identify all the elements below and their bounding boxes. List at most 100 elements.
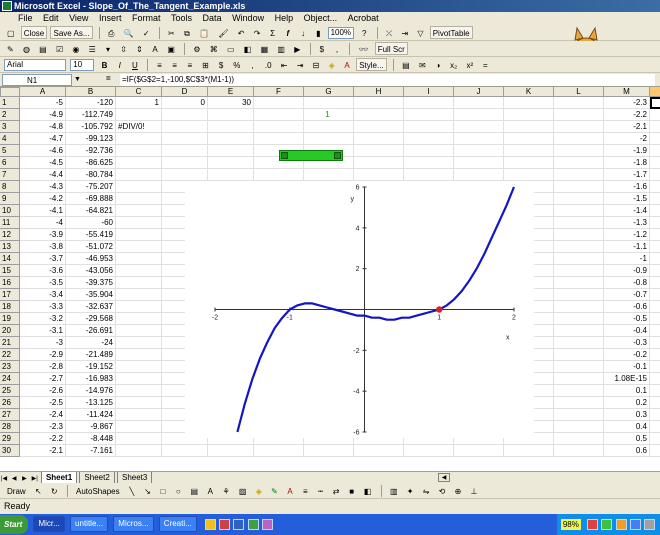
prev-sheet-icon[interactable]: ◀ (10, 474, 18, 483)
cell-n12[interactable]: -100 (650, 229, 660, 241)
tray-icon[interactable] (601, 519, 613, 530)
web-icon[interactable]: ◍ (20, 42, 33, 55)
cell-c7[interactable] (116, 169, 162, 181)
cell-e3[interactable] (208, 121, 254, 133)
arrow-right-icon[interactable]: ⇥ (398, 26, 411, 39)
column-header-l[interactable]: L (554, 87, 604, 97)
cell-n29[interactable]: -100 (650, 433, 660, 445)
cell-l2[interactable] (554, 109, 604, 121)
label-icon[interactable]: A (149, 42, 161, 55)
cell-b5[interactable]: -92.736 (66, 145, 116, 157)
cell-c28[interactable] (116, 421, 162, 433)
select-objects-icon[interactable]: ↖ (32, 484, 45, 497)
cell-l21[interactable] (554, 337, 604, 349)
cell-m20[interactable]: -0.4 (604, 325, 650, 337)
cell-a26[interactable]: -2.5 (20, 397, 66, 409)
textbox-icon[interactable]: ▤ (187, 484, 201, 497)
cell-c14[interactable] (116, 253, 162, 265)
redo-icon[interactable]: ↷ (251, 26, 264, 39)
row-header[interactable]: 24 (0, 373, 20, 385)
column-header-k[interactable]: K (504, 87, 554, 97)
cell-b24[interactable]: -16.983 (66, 373, 116, 385)
font-color-icon[interactable]: A (341, 58, 353, 71)
text-box-icon[interactable]: ▭ (224, 42, 238, 55)
cell-m13[interactable]: -1.1 (604, 241, 650, 253)
autosum-icon[interactable]: Σ (267, 26, 279, 39)
cell-b26[interactable]: -13.125 (66, 397, 116, 409)
cell-n8[interactable]: -100 (650, 181, 660, 193)
tray-icon[interactable] (587, 519, 599, 530)
italic-icon[interactable]: I (114, 58, 126, 71)
new-file-icon[interactable]: ▢ (4, 26, 18, 39)
cell-c1[interactable]: 1 (116, 97, 162, 109)
cell-b15[interactable]: -43.056 (66, 265, 116, 277)
tray-icon[interactable] (644, 519, 655, 530)
clip-art-icon[interactable]: ⚘ (220, 484, 233, 497)
menu-insert[interactable]: Insert (95, 12, 126, 25)
row-header[interactable]: 12 (0, 229, 20, 241)
3d-icon[interactable]: ◧ (361, 484, 375, 497)
cell-c21[interactable] (116, 337, 162, 349)
row-header[interactable]: 10 (0, 205, 20, 217)
comment-icon[interactable]: ✉ (416, 58, 429, 71)
close-button[interactable]: Close (20, 26, 48, 39)
wordart-icon[interactable]: A (204, 484, 216, 497)
cell-k7[interactable] (504, 169, 554, 181)
merge-center-icon[interactable]: ⊞ (199, 58, 212, 71)
cell-l3[interactable] (554, 121, 604, 133)
percent-style-icon[interactable]: % (230, 58, 243, 71)
cell-m11[interactable]: -1.3 (604, 217, 650, 229)
cell-b23[interactable]: -19.152 (66, 361, 116, 373)
cell-g4[interactable] (304, 133, 354, 145)
row-header[interactable]: 11 (0, 217, 20, 229)
line-style-icon[interactable]: ≡ (299, 484, 311, 497)
comma-icon[interactable]: , (331, 42, 343, 55)
list-box-icon[interactable]: ☰ (86, 42, 99, 55)
row-header[interactable]: 2 (0, 109, 20, 121)
sheet-tab-3[interactable]: Sheet3 (117, 472, 153, 483)
cell-a19[interactable]: -3.2 (20, 313, 66, 325)
cell-n18[interactable]: -100 (650, 301, 660, 313)
cell-l28[interactable] (554, 421, 604, 433)
cell-m14[interactable]: -1 (604, 253, 650, 265)
cell-c20[interactable] (116, 325, 162, 337)
cell-m19[interactable]: -0.5 (604, 313, 650, 325)
cell-l5[interactable] (554, 145, 604, 157)
cell-c26[interactable] (116, 397, 162, 409)
cell-l20[interactable] (554, 325, 604, 337)
cell-a30[interactable]: -2.1 (20, 445, 66, 457)
scroll-right-icon[interactable] (334, 152, 341, 159)
last-sheet-icon[interactable]: ▶| (31, 474, 39, 483)
cell-k4[interactable] (504, 133, 554, 145)
table-icon[interactable]: ▥ (274, 42, 288, 55)
column-header-d[interactable]: D (162, 87, 208, 97)
cell-d30[interactable] (162, 445, 208, 457)
fill-color-draw-icon[interactable]: ◈ (253, 484, 265, 497)
cell-n6[interactable]: -100 (650, 157, 660, 169)
cell-a9[interactable]: -4.2 (20, 193, 66, 205)
cell-h1[interactable] (354, 97, 404, 109)
full-screen-button[interactable]: Full Scr (374, 42, 408, 55)
cell-i2[interactable] (404, 109, 454, 121)
cell-b11[interactable]: -60 (66, 217, 116, 229)
cell-m30[interactable]: 0.6 (604, 445, 650, 457)
cell-n2[interactable]: -100 (650, 109, 660, 121)
cell-b19[interactable]: -29.568 (66, 313, 116, 325)
cell-m8[interactable]: -1.6 (604, 181, 650, 193)
quick-launch-icon[interactable] (247, 519, 259, 530)
cell-h4[interactable] (354, 133, 404, 145)
cell-a14[interactable]: -3.7 (20, 253, 66, 265)
cell-m26[interactable]: 0.2 (604, 397, 650, 409)
cell-c24[interactable] (116, 373, 162, 385)
cell-c22[interactable] (116, 349, 162, 361)
font-color-draw-icon[interactable]: A (284, 484, 296, 497)
borders-icon[interactable]: ⊟ (310, 58, 323, 71)
sheet-tab-2[interactable]: Sheet2 (79, 472, 115, 483)
row-header[interactable]: 15 (0, 265, 20, 277)
cell-n15[interactable]: -100 (650, 265, 660, 277)
column-header-f[interactable]: F (254, 87, 304, 97)
cell-b2[interactable]: -112.749 (66, 109, 116, 121)
cell-l17[interactable] (554, 289, 604, 301)
cell-f4[interactable] (254, 133, 304, 145)
bold-icon[interactable]: B (98, 58, 110, 71)
